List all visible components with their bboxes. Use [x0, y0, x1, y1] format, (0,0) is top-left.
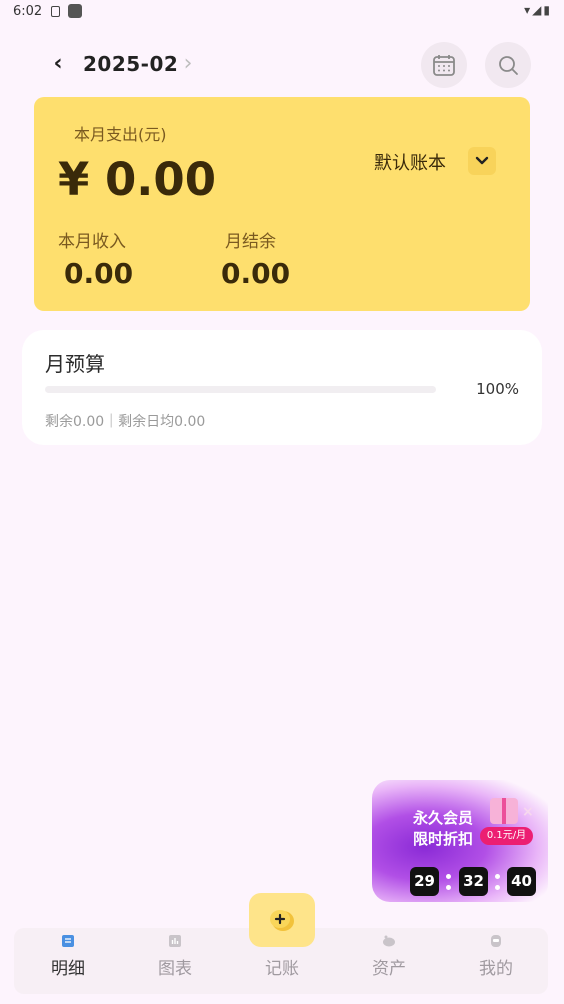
piggy-bank-icon — [383, 935, 395, 947]
app-notification-icon — [68, 4, 82, 18]
status-time: 6:02 — [13, 4, 43, 19]
budget-title: 月预算 — [45, 352, 105, 376]
budget-remaining-text: 剩余0.00｜剩余日均0.00 — [45, 414, 206, 430]
balance-label: 月结余 — [225, 232, 276, 252]
search-button[interactable] — [485, 42, 531, 88]
status-bar: 6:02 ▾◢▮ — [0, 0, 564, 26]
close-icon[interactable]: × — [522, 804, 534, 820]
promo-title: 永久会员 — [413, 809, 474, 827]
chart-icon — [169, 935, 181, 947]
countdown-hours: 29 — [410, 867, 439, 896]
tab-record-label: 记账 — [265, 959, 299, 979]
balance-value: 0.00 — [221, 257, 291, 290]
countdown-separator — [495, 872, 500, 892]
previous-month-button[interactable]: ‹ — [46, 50, 70, 78]
calendar-icon — [433, 55, 455, 76]
income-value: 0.00 — [64, 257, 134, 290]
tab-detail-label: 明细 — [51, 959, 85, 979]
promo-price-badge: 0.1元/月 — [480, 827, 533, 845]
account-book-label: 默认账本 — [374, 153, 446, 174]
monthly-summary-card: 本月支出(元) ¥ 0.00 默认账本 本月收入 0.00 月结余 0.00 — [34, 97, 530, 311]
expense-amount: ¥ 0.00 — [58, 153, 217, 206]
search-icon — [499, 56, 518, 75]
tab-chart-label: 图表 — [158, 959, 192, 979]
tab-chart[interactable]: 图表 — [135, 928, 215, 994]
month-label[interactable]: 2025-02 — [83, 52, 178, 76]
chevron-down-icon — [475, 156, 489, 165]
header: ‹ 2025-02 › — [0, 40, 564, 90]
profile-icon — [491, 935, 501, 947]
promo-subtitle: 限时折扣 — [413, 830, 474, 848]
gift-box-icon — [490, 798, 518, 824]
tab-assets[interactable]: 资产 — [349, 928, 429, 994]
wifi-battery-icon: ▾◢▮ — [524, 3, 552, 17]
budget-percent: 100% — [476, 380, 519, 398]
budget-progress-bar — [45, 386, 436, 393]
next-month-button[interactable]: › — [176, 50, 200, 78]
countdown-separator — [446, 872, 451, 892]
notification-icon — [51, 6, 60, 17]
budget-progress-fill — [45, 386, 436, 393]
account-book-dropdown[interactable] — [468, 147, 496, 175]
tab-mine[interactable]: 我的 — [456, 928, 536, 994]
expense-label: 本月支出(元) — [74, 125, 167, 144]
tab-assets-label: 资产 — [372, 959, 406, 979]
detail-list-icon — [62, 935, 74, 947]
income-label: 本月收入 — [58, 232, 126, 252]
monthly-budget-card[interactable]: 月预算 100% 剩余0.00｜剩余日均0.00 — [22, 330, 542, 445]
add-bubble-icon — [270, 910, 294, 931]
vip-promo-banner[interactable]: 永久会员 限时折扣 × 0.1元/月 29 32 40 — [372, 780, 548, 902]
countdown-minutes: 32 — [459, 867, 488, 896]
add-record-button[interactable] — [249, 893, 315, 947]
calendar-button[interactable] — [421, 42, 467, 88]
tab-mine-label: 我的 — [479, 959, 513, 979]
countdown-seconds: 40 — [507, 867, 536, 896]
tab-detail[interactable]: 明细 — [28, 928, 108, 994]
